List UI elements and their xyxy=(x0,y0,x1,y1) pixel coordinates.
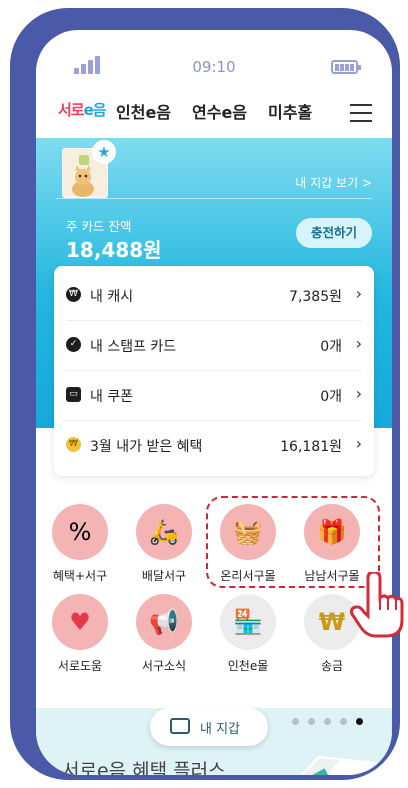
tab-incheon[interactable]: 인천e음 xyxy=(116,99,171,123)
tab-yeonsu[interactable]: 연수e음 xyxy=(192,99,247,123)
won-icon: ₩ xyxy=(66,287,81,302)
menu-icon[interactable] xyxy=(350,104,372,122)
battery-icon xyxy=(331,60,361,74)
chevron-right-icon: › xyxy=(355,334,362,353)
summary-row-benefit[interactable]: ₩ 3월 내가 받은 혜택 16,181원 › xyxy=(54,421,374,471)
helping-hand-icon: ♥ xyxy=(52,594,108,650)
summary-row-coupon[interactable]: ▭ 내 쿠폰 0개 › xyxy=(54,371,374,421)
app-logo[interactable]: 서로e음 xyxy=(58,99,107,120)
benefit-icon: ₩ xyxy=(66,437,81,452)
pointing-hand-icon xyxy=(350,570,404,638)
tab-michuhol[interactable]: 미추홀 xyxy=(268,99,312,123)
chevron-right-icon: › xyxy=(355,434,362,453)
delivery-scooter-icon: 🛵 xyxy=(136,504,192,560)
page-indicator xyxy=(292,718,372,728)
service-benefit-plus[interactable]: % 혜택+서구 xyxy=(40,504,120,594)
chevron-right-icon: › xyxy=(355,384,362,403)
summary-row-cash[interactable]: ₩ 내 캐시 7,385원 › xyxy=(54,271,374,321)
chevron-right-icon: › xyxy=(355,284,362,303)
app-screen: 09:10 서로e음 인천e음 연수e음 미추홀 ★ 내 지갑 보기 > 주 카… xyxy=(36,30,392,775)
service-incheon-mall[interactable]: 🏪 인천e몰 xyxy=(208,594,288,684)
benefit-plus-icon: % xyxy=(52,504,108,560)
coupon-icon: ▭ xyxy=(66,387,81,402)
promo-illustration xyxy=(258,738,378,775)
divider xyxy=(56,198,372,199)
wallet-icon xyxy=(170,718,190,734)
summary-row-stamp[interactable]: ✓ 내 스탬프 카드 0개 › xyxy=(54,321,374,371)
stamp-icon: ✓ xyxy=(66,337,81,352)
balance-value: 18,488원 xyxy=(66,238,162,262)
favorite-star-icon[interactable]: ★ xyxy=(92,140,116,164)
top-nav: 서로e음 인천e음 연수e음 미추홀 xyxy=(36,90,392,138)
charge-button[interactable]: 충전하기 xyxy=(296,218,372,248)
service-news[interactable]: 📢 서구소식 xyxy=(124,594,204,684)
news-megaphone-icon: 📢 xyxy=(136,594,192,650)
view-wallet-link[interactable]: 내 지갑 보기 > xyxy=(295,174,372,191)
my-wallet-button[interactable]: 내 지갑 xyxy=(150,708,268,746)
storefront-icon: 🏪 xyxy=(220,594,276,650)
service-help[interactable]: ♥ 서로도움 xyxy=(40,594,120,684)
status-bar: 09:10 xyxy=(36,30,392,90)
service-delivery[interactable]: 🛵 배달서구 xyxy=(124,504,204,594)
promo-text: 서로e음 혜택 플러스 xyxy=(62,760,226,775)
summary-panel: ₩ 내 캐시 7,385원 › ✓ 내 스탬프 카드 0개 › ▭ 내 쿠폰 0… xyxy=(54,266,374,476)
balance-label: 주 카드 잔액 xyxy=(66,219,132,234)
